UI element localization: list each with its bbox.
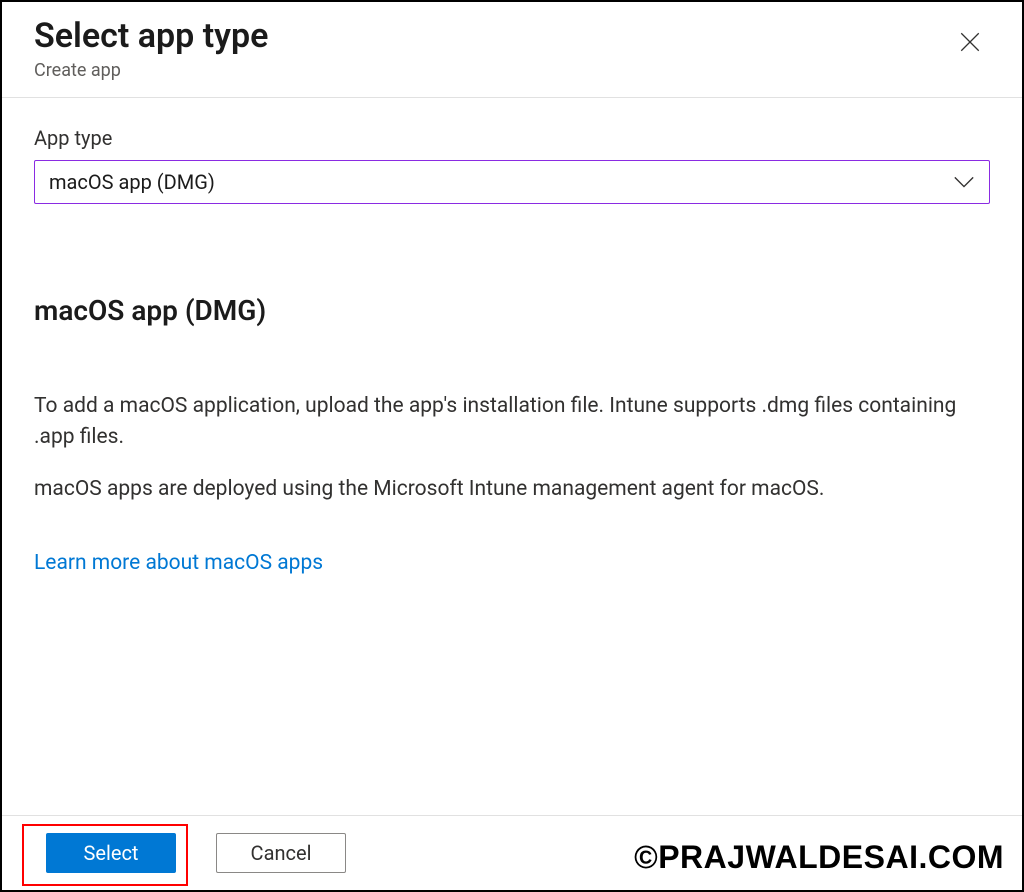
app-description-2: macOS apps are deployed using the Micros… <box>34 474 990 504</box>
app-type-dropdown[interactable]: macOS app (DMG) <box>34 160 990 204</box>
panel-footer: Select Cancel ©PRAJWALDESAI.COM <box>2 815 1022 890</box>
panel-subtitle: Create app <box>34 60 268 81</box>
close-icon <box>960 40 980 55</box>
panel-content: App type macOS app (DMG) macOS app (DMG)… <box>2 98 1022 815</box>
select-button[interactable]: Select <box>46 833 176 873</box>
app-type-label: App type <box>34 126 990 150</box>
select-app-type-panel: Select app type Create app App type macO… <box>2 2 1022 890</box>
app-type-selected-value: macOS app (DMG) <box>49 170 215 194</box>
app-details-heading: macOS app (DMG) <box>34 294 990 327</box>
learn-more-link[interactable]: Learn more about macOS apps <box>34 551 323 575</box>
close-button[interactable] <box>950 22 990 65</box>
app-description-1: To add a macOS application, upload the a… <box>34 391 990 452</box>
chevron-down-icon <box>953 170 975 194</box>
panel-header: Select app type Create app <box>2 2 1022 98</box>
header-text-group: Select app type Create app <box>34 14 268 81</box>
panel-title: Select app type <box>34 14 268 58</box>
cancel-button[interactable]: Cancel <box>216 833 346 873</box>
watermark-text: ©PRAJWALDESAI.COM <box>634 839 1004 876</box>
